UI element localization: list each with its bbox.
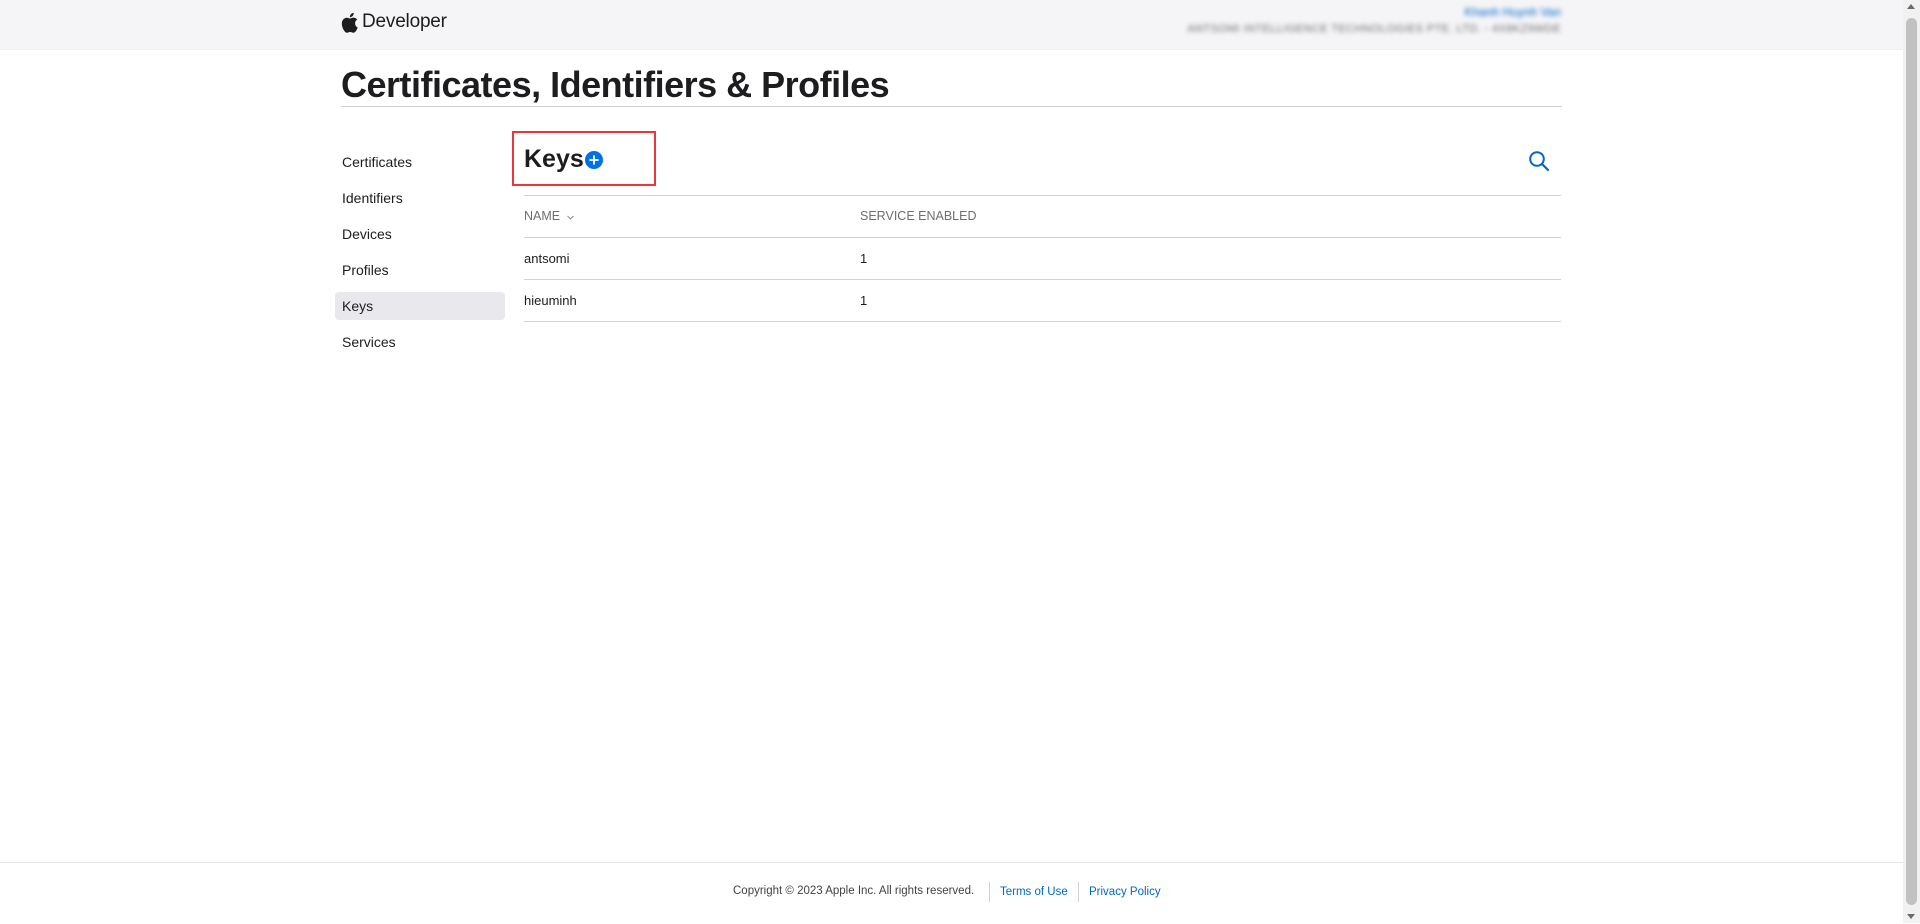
table-row[interactable]: hieuminh 1 [524,280,1561,322]
chevron-down-icon [566,196,574,237]
apple-logo-icon [341,12,358,33]
privacy-policy-link[interactable]: Privacy Policy [1089,886,1161,898]
table-row[interactable]: antsomi 1 [524,238,1561,280]
plus-circle-icon [589,155,599,165]
title-divider [341,106,1562,107]
page-title: Certificates, Identifiers & Profiles [341,64,890,105]
column-header-service-enabled[interactable]: SERVICE ENABLED [860,196,976,237]
key-name-cell[interactable]: hieuminh [524,280,577,321]
sidebar-item-services[interactable]: Services [335,328,505,356]
sidebar-item-profiles[interactable]: Profiles [335,256,505,284]
add-key-button[interactable] [585,151,603,169]
account-team: ANTSOMI INTELLIGENCE TECHNOLOGIES PTE. L… [1187,23,1561,35]
page-footer: Copyright © 2023 Apple Inc. All rights r… [0,862,1903,924]
keys-table: NAME SERVICE ENABLED antsomi 1 hieuminh … [524,195,1561,322]
scroll-down-arrow-icon[interactable] [1907,914,1915,919]
sidebar-item-keys[interactable]: Keys [335,292,505,320]
account-info[interactable]: Khanh Huynh Van ANTSOMI INTELLIGENCE TEC… [1187,5,1561,35]
sidebar-item-devices[interactable]: Devices [335,220,505,248]
scrollbar-thumb[interactable] [1906,18,1917,905]
vertical-scrollbar[interactable] [1903,0,1920,923]
search-icon [1527,149,1551,173]
column-header-name[interactable]: NAME [524,196,574,237]
table-header-row: NAME SERVICE ENABLED [524,195,1561,238]
column-header-name-label: NAME [524,209,561,223]
copyright-text: Copyright © 2023 Apple Inc. All rights r… [733,885,975,897]
brand-name: Developer [362,11,447,32]
terms-of-use-link[interactable]: Terms of Use [1000,886,1068,898]
section-title: Keys [524,145,584,173]
account-name[interactable]: Khanh Huynh Van [1187,5,1561,19]
sidebar-nav: Certificates Identifiers Devices Profile… [335,148,505,364]
key-name-cell[interactable]: antsomi [524,238,570,279]
sidebar-item-certificates[interactable]: Certificates [335,148,505,176]
service-enabled-cell: 1 [860,251,868,266]
service-enabled-cell: 1 [860,293,868,308]
scroll-up-arrow-icon[interactable] [1907,4,1915,9]
footer-divider [989,882,990,902]
footer-divider [1078,882,1079,902]
search-button[interactable] [1527,149,1551,173]
sidebar-item-identifiers[interactable]: Identifiers [335,184,505,212]
top-header: Developer Khanh Huynh Van ANTSOMI INTELL… [0,0,1903,50]
developer-brand-link[interactable]: Developer [341,11,447,33]
